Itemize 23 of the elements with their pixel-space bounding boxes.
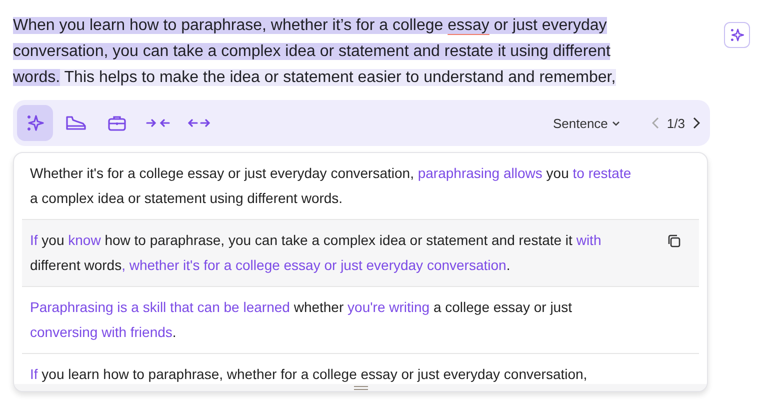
sparkle-icon [25,113,45,133]
chevron-down-icon [612,120,620,126]
copy-button[interactable] [667,234,683,250]
arrows-outward-icon [188,117,210,129]
suggestion-item[interactable]: Paraphrasing is a skill that can be learned whether you're writing a college essay or just conversing with friends. [22,287,699,354]
suggestion-text: Whether it's for a college essay or just everyday conversation, paraphrasing allows you to restate a complex idea or statement using different words. [30,165,632,206]
resize-handle-icon[interactable] [354,386,368,390]
rephrase-tool[interactable] [17,105,53,141]
suggestion-text: Paraphrasing is a skill that can be learned whether you're writing a college essay or just conversing with friends. [30,299,572,340]
chevron-left-icon [652,117,659,129]
copy-icon [667,234,681,248]
ai-assist-button[interactable] [724,22,750,48]
suggestion-item[interactable]: If you know how to paraphrase, you can take a complex idea or statement and restate it with different words, whether it's for a college essay or just everyday conversation. [22,220,699,287]
mode-dropdown[interactable]: Sentence [552,116,620,130]
arrows-inward-icon [146,117,170,129]
chevron-right-icon [693,117,700,129]
suggestion-text: If you learn how to paraphrase, whether for a college essay or just everyday conversation, [30,366,588,382]
briefcase-icon [107,114,127,132]
shoe-icon [65,114,87,132]
suggestion-text: If you know how to paraphrase, you can take a complex idea or statement and restate it with different words, whether it's for a college essay or just everyday conversation. [30,232,602,273]
selected-paragraph: When you learn how to paraphrase, whether it’s for a college essay or just everyday conversation, you can take a complex idea or statement and restate it using different words. This helps to make the idea or statement easier to understand and remember, [13,16,617,88]
sparkle-icon [729,27,745,43]
page-counter: 1/3 [666,116,685,130]
